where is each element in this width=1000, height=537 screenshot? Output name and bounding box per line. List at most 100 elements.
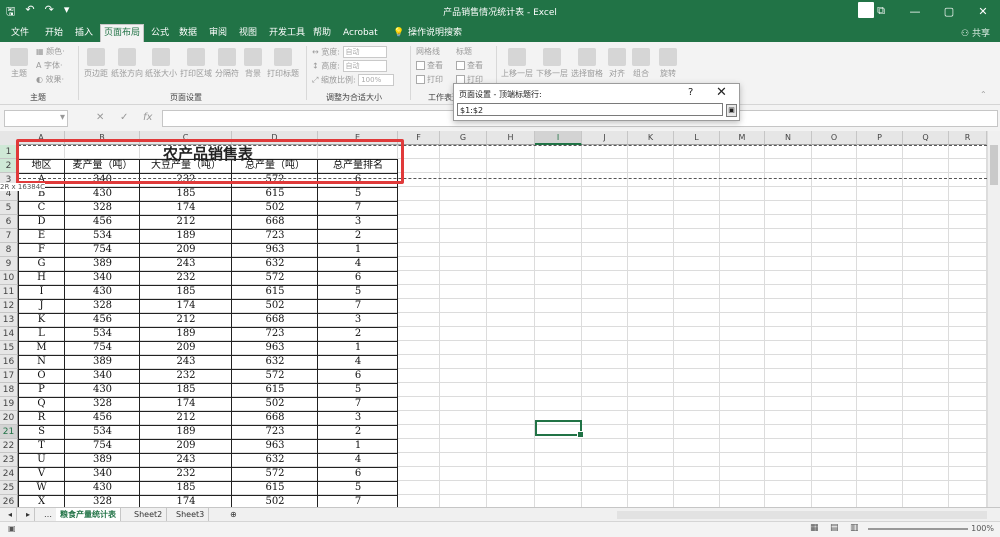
table-data-cell[interactable]: O — [18, 369, 65, 383]
table-data-cell[interactable]: 668 — [232, 411, 318, 425]
row-header-14[interactable]: 14 — [0, 327, 18, 341]
expand-dialog-icon[interactable]: ▣ — [726, 104, 737, 117]
row-header-15[interactable]: 15 — [0, 341, 18, 355]
table-data-cell[interactable]: 7 — [318, 299, 398, 313]
table-data-cell[interactable]: 615 — [232, 481, 318, 495]
table-data-cell[interactable]: 209 — [140, 243, 232, 257]
table-data-cell[interactable]: M — [18, 341, 65, 355]
table-data-cell[interactable]: 430 — [65, 481, 140, 495]
theme-fonts-button[interactable]: A 字体· — [36, 60, 63, 71]
table-data-cell[interactable]: 615 — [232, 187, 318, 201]
table-data-cell[interactable]: 615 — [232, 285, 318, 299]
column-header-l[interactable]: L — [674, 131, 720, 145]
rows-to-repeat-input[interactable]: $1:$2 — [457, 103, 723, 116]
table-data-cell[interactable]: I — [18, 285, 65, 299]
table-data-cell[interactable]: C — [18, 201, 65, 215]
table-data-cell[interactable]: J — [18, 299, 65, 313]
table-data-cell[interactable]: 754 — [65, 341, 140, 355]
tell-me-search[interactable]: 操作说明搜索 — [405, 25, 465, 42]
row-header-5[interactable]: 5 — [0, 201, 18, 215]
row-header-26[interactable]: 26 — [0, 495, 18, 507]
scrollbar-thumb[interactable] — [990, 145, 998, 185]
table-data-cell[interactable]: 189 — [140, 327, 232, 341]
table-data-cell[interactable]: 534 — [65, 425, 140, 439]
table-data-cell[interactable]: 389 — [65, 453, 140, 467]
page-layout-view-icon[interactable]: ▤ — [830, 523, 839, 533]
table-data-cell[interactable]: 632 — [232, 453, 318, 467]
table-data-cell[interactable]: 668 — [232, 313, 318, 327]
active-cell[interactable] — [535, 420, 584, 438]
enter-icon[interactable]: ✓ — [120, 112, 128, 123]
send-backward-button[interactable]: 下移一层 — [535, 48, 569, 79]
table-data-cell[interactable]: 754 — [65, 439, 140, 453]
breaks-button[interactable]: 分隔符 — [213, 48, 241, 79]
table-data-cell[interactable]: 189 — [140, 425, 232, 439]
column-header-f[interactable]: F — [398, 131, 440, 145]
horizontal-scrollbar[interactable] — [617, 511, 987, 519]
table-data-cell[interactable]: 7 — [318, 397, 398, 411]
column-header-n[interactable]: N — [765, 131, 812, 145]
sheet-tab-sheet3[interactable]: Sheet3 — [172, 508, 210, 521]
table-data-cell[interactable]: V — [18, 467, 65, 481]
row-header-22[interactable]: 22 — [0, 439, 18, 453]
table-data-cell[interactable]: F — [18, 243, 65, 257]
table-data-cell[interactable]: 189 — [140, 229, 232, 243]
help-icon[interactable]: ? — [688, 87, 693, 98]
insert-function-icon[interactable]: fx — [143, 112, 152, 123]
table-data-cell[interactable]: 212 — [140, 411, 232, 425]
table-data-cell[interactable]: 328 — [65, 397, 140, 411]
table-data-cell[interactable]: 174 — [140, 495, 232, 507]
table-data-cell[interactable]: 430 — [65, 383, 140, 397]
row-header-11[interactable]: 11 — [0, 285, 18, 299]
table-data-cell[interactable]: 6 — [318, 271, 398, 285]
table-data-cell[interactable]: 963 — [232, 439, 318, 453]
table-data-cell[interactable]: 632 — [232, 355, 318, 369]
normal-view-icon[interactable]: ▦ — [810, 523, 819, 533]
size-button[interactable]: 纸张大小 — [144, 48, 178, 79]
table-data-cell[interactable]: 232 — [140, 467, 232, 481]
row-header-13[interactable]: 13 — [0, 313, 18, 327]
table-data-cell[interactable]: 212 — [140, 313, 232, 327]
row-header-17[interactable]: 17 — [0, 369, 18, 383]
table-data-cell[interactable]: 456 — [65, 215, 140, 229]
table-data-cell[interactable]: 1 — [318, 439, 398, 453]
table-data-cell[interactable]: 7 — [318, 495, 398, 507]
tab-formulas[interactable]: 公式 — [148, 25, 172, 42]
tab-home[interactable]: 开始 — [42, 25, 66, 42]
table-data-cell[interactable]: 502 — [232, 397, 318, 411]
worksheet-grid[interactable]: ABCDEFGHIJKLMNOPQR 1 2 3 4 5 6 7 8 9 10 11 12 13 14 15… — [0, 131, 987, 507]
table-data-cell[interactable]: 340 — [65, 271, 140, 285]
table-data-cell[interactable]: 723 — [232, 229, 318, 243]
ribbon-display-options-icon[interactable]: ⧉ — [864, 0, 898, 22]
column-header-r[interactable]: R — [949, 131, 987, 145]
table-data-cell[interactable]: 754 — [65, 243, 140, 257]
vertical-scrollbar[interactable] — [987, 131, 1000, 507]
table-data-cell[interactable]: 963 — [232, 243, 318, 257]
table-data-cell[interactable]: 456 — [65, 411, 140, 425]
table-data-cell[interactable]: 212 — [140, 215, 232, 229]
table-data-cell[interactable]: T — [18, 439, 65, 453]
tab-file[interactable]: 文件 — [8, 25, 32, 42]
table-data-cell[interactable]: 185 — [140, 383, 232, 397]
gridlines-view-checkbox[interactable]: 查看 — [416, 60, 443, 71]
table-data-cell[interactable]: 389 — [65, 257, 140, 271]
table-data-cell[interactable]: K — [18, 313, 65, 327]
sheet-nav-next-icon[interactable]: ▸ — [22, 508, 36, 521]
page-break-view-icon[interactable]: ▥ — [850, 523, 859, 533]
column-header-h[interactable]: H — [487, 131, 535, 145]
table-data-cell[interactable]: 6 — [318, 467, 398, 481]
tab-view[interactable]: 视图 — [236, 25, 260, 42]
table-data-cell[interactable]: 456 — [65, 313, 140, 327]
table-data-cell[interactable]: 534 — [65, 327, 140, 341]
table-data-cell[interactable]: 174 — [140, 201, 232, 215]
tab-data[interactable]: 数据 — [176, 25, 200, 42]
row-header-21[interactable]: 21 — [0, 425, 18, 439]
table-data-cell[interactable]: 232 — [140, 369, 232, 383]
column-header-j[interactable]: J — [582, 131, 628, 145]
dialog-close-button[interactable]: ✕ — [716, 85, 727, 100]
collapse-ribbon-icon[interactable]: ⌃ — [980, 90, 987, 99]
table-data-cell[interactable]: 174 — [140, 299, 232, 313]
table-data-cell[interactable]: X — [18, 495, 65, 507]
table-data-cell[interactable]: 5 — [318, 187, 398, 201]
table-data-cell[interactable]: U — [18, 453, 65, 467]
